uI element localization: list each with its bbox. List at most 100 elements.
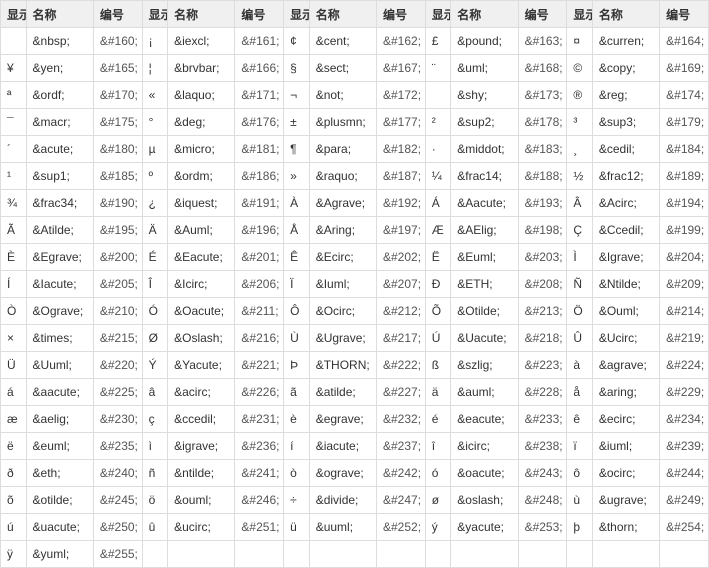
cell-code: &#188; — [518, 163, 567, 190]
cell-name: &aacute; — [26, 379, 93, 406]
cell-name: &Euml; — [451, 244, 518, 271]
cell-name: &ocirc; — [592, 460, 659, 487]
cell-glyph: µ — [142, 136, 168, 163]
cell-name: &deg; — [168, 109, 235, 136]
cell-glyph: ¢ — [284, 28, 310, 55]
cell-code: &#219; — [660, 325, 709, 352]
cell-name: &Iacute; — [26, 271, 93, 298]
cell-name: &macr; — [26, 109, 93, 136]
cell-glyph: ¿ — [142, 190, 168, 217]
cell-name — [451, 541, 518, 568]
cell-name: &THORN; — [309, 352, 376, 379]
cell-glyph: Ð — [425, 271, 451, 298]
cell-code: &#204; — [660, 244, 709, 271]
cell-glyph: à — [567, 352, 593, 379]
cell-code: &#220; — [93, 352, 142, 379]
table-row: ¹&sup1;&#185;º&ordm;&#186;»&raquo;&#187;… — [1, 163, 709, 190]
cell-code: &#246; — [235, 487, 284, 514]
cell-code: &#239; — [660, 433, 709, 460]
cell-name: &ccedil; — [168, 406, 235, 433]
cell-code: &#201; — [235, 244, 284, 271]
col-header-glyph: 显示 — [142, 1, 168, 28]
cell-name: &agrave; — [592, 352, 659, 379]
cell-glyph — [142, 541, 168, 568]
cell-name: &divide; — [309, 487, 376, 514]
cell-name: &ograve; — [309, 460, 376, 487]
table-row: Ã&Atilde;&#195;Ä&Auml;&#196;Å&Aring;&#19… — [1, 217, 709, 244]
table-row: &nbsp;&#160;¡&iexcl;&#161;¢&cent;&#162;£… — [1, 28, 709, 55]
cell-glyph: é — [425, 406, 451, 433]
cell-name: &Oslash; — [168, 325, 235, 352]
cell-glyph: Þ — [284, 352, 310, 379]
cell-code: &#252; — [377, 514, 426, 541]
cell-glyph: Ï — [284, 271, 310, 298]
cell-name: &copy; — [592, 55, 659, 82]
cell-code: &#222; — [377, 352, 426, 379]
cell-name: &sup3; — [592, 109, 659, 136]
cell-name: &Ntilde; — [592, 271, 659, 298]
cell-code: &#164; — [660, 28, 709, 55]
cell-code: &#237; — [377, 433, 426, 460]
cell-name: &ordm; — [168, 163, 235, 190]
table-row: õ&otilde;&#245;ö&ouml;&#246;÷&divide;&#2… — [1, 487, 709, 514]
cell-glyph: ý — [425, 514, 451, 541]
cell-name: &Ccedil; — [592, 217, 659, 244]
cell-code: &#240; — [93, 460, 142, 487]
table-row: ´&acute;&#180;µ&micro;&#181;¶&para;&#182… — [1, 136, 709, 163]
cell-glyph: « — [142, 82, 168, 109]
cell-code: &#227; — [377, 379, 426, 406]
cell-glyph: ± — [284, 109, 310, 136]
cell-name: &acirc; — [168, 379, 235, 406]
cell-glyph: Ú — [425, 325, 451, 352]
cell-code: &#250; — [93, 514, 142, 541]
cell-name: &Ocirc; — [309, 298, 376, 325]
cell-name: &otilde; — [26, 487, 93, 514]
table-row: ÿ&yuml;&#255; — [1, 541, 709, 568]
col-header-code: 编号 — [660, 1, 709, 28]
cell-name: &ntilde; — [168, 460, 235, 487]
cell-code: &#223; — [518, 352, 567, 379]
cell-code: &#195; — [93, 217, 142, 244]
cell-name: &aring; — [592, 379, 659, 406]
cell-code: &#177; — [377, 109, 426, 136]
cell-name: &shy; — [451, 82, 518, 109]
cell-code: &#225; — [93, 379, 142, 406]
col-header-name: 名称 — [26, 1, 93, 28]
cell-glyph: Û — [567, 325, 593, 352]
cell-name — [592, 541, 659, 568]
cell-code: &#161; — [235, 28, 284, 55]
cell-code: &#206; — [235, 271, 284, 298]
cell-glyph: · — [425, 136, 451, 163]
cell-code: &#173; — [518, 82, 567, 109]
cell-code — [660, 541, 709, 568]
cell-name: &Yacute; — [168, 352, 235, 379]
cell-name: &szlig; — [451, 352, 518, 379]
cell-glyph: ò — [284, 460, 310, 487]
cell-name: &para; — [309, 136, 376, 163]
cell-name: &eacute; — [451, 406, 518, 433]
cell-code: &#180; — [93, 136, 142, 163]
cell-code: &#185; — [93, 163, 142, 190]
cell-glyph: î — [425, 433, 451, 460]
table-row: ×&times;&#215;Ø&Oslash;&#216;Ù&Ugrave;&#… — [1, 325, 709, 352]
table-row: ë&euml;&#235;ì&igrave;&#236;í&iacute;&#2… — [1, 433, 709, 460]
table-row: ú&uacute;&#250;û&ucirc;&#251;ü&uuml;&#25… — [1, 514, 709, 541]
cell-code: &#207; — [377, 271, 426, 298]
cell-glyph: Õ — [425, 298, 451, 325]
cell-name: &icirc; — [451, 433, 518, 460]
cell-glyph: Í — [1, 271, 27, 298]
cell-glyph: ° — [142, 109, 168, 136]
cell-code: &#234; — [660, 406, 709, 433]
cell-glyph: Ì — [567, 244, 593, 271]
cell-name: &Icirc; — [168, 271, 235, 298]
cell-code: &#181; — [235, 136, 284, 163]
cell-code: &#217; — [377, 325, 426, 352]
cell-name: &euml; — [26, 433, 93, 460]
cell-name: &Ugrave; — [309, 325, 376, 352]
cell-glyph: Ø — [142, 325, 168, 352]
cell-name: &ecirc; — [592, 406, 659, 433]
cell-code: &#162; — [377, 28, 426, 55]
col-header-glyph: 显示 — [567, 1, 593, 28]
cell-code: &#248; — [518, 487, 567, 514]
cell-name: &Ograve; — [26, 298, 93, 325]
